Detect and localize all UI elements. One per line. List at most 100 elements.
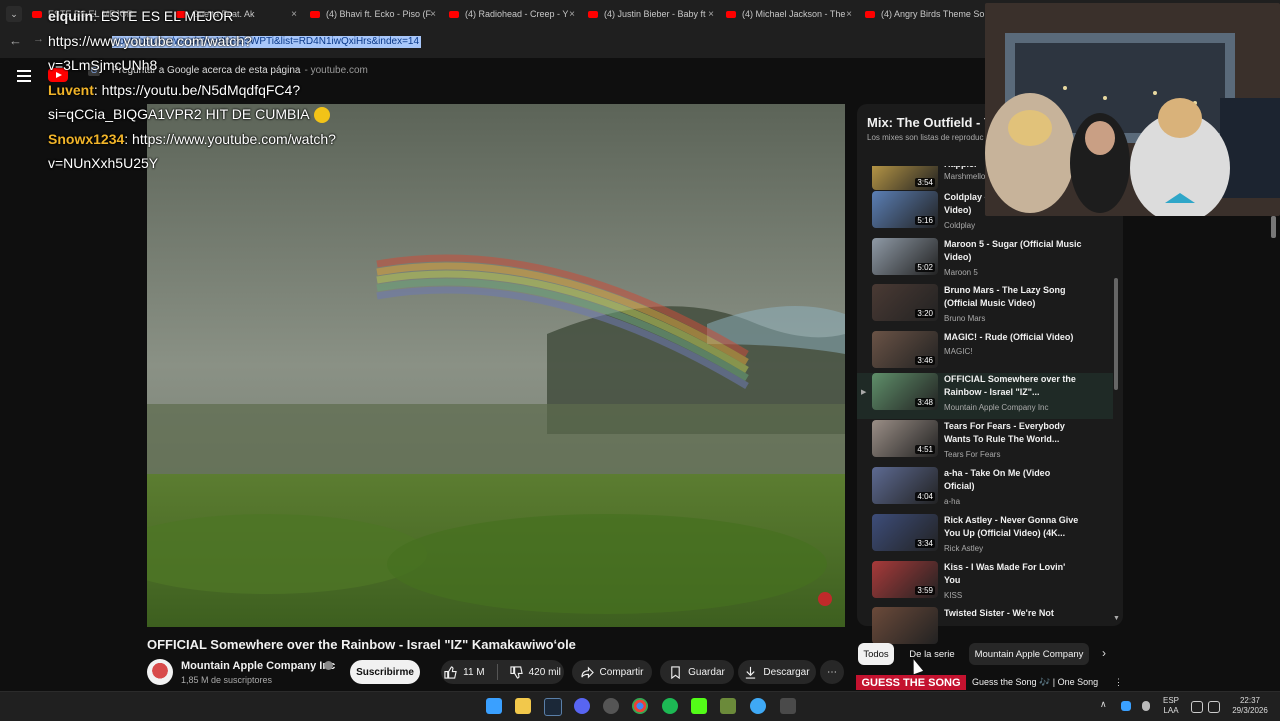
obs-icon[interactable]	[603, 698, 619, 714]
app-icon[interactable]	[750, 698, 766, 714]
playlist-item-channel: MAGIC!	[944, 347, 973, 356]
spotify-icon[interactable]	[662, 698, 678, 714]
bookmark-icon	[671, 665, 680, 679]
video-thumbnail[interactable]: 4:04	[872, 467, 938, 504]
forward-arrow-icon[interactable]: →	[33, 33, 44, 45]
tray-expand-icon[interactable]: ∧	[1100, 699, 1107, 709]
video-thumbnail[interactable]: 3:20	[872, 284, 938, 321]
playlist-item-title[interactable]: Rick Astley - Never Gonna Give You Up (O…	[944, 514, 1082, 540]
channel-avatar[interactable]	[147, 659, 173, 685]
chat-text: v=NUnXxh5U25Y	[48, 155, 159, 171]
windows-start-icon[interactable]	[486, 698, 502, 714]
minecraft-icon[interactable]	[720, 698, 736, 714]
video-frame-rainbow	[147, 104, 845, 627]
video-title: OFFICIAL Somewhere over the Rainbow - Is…	[147, 637, 576, 652]
download-icon	[746, 666, 756, 679]
playlist-item-title[interactable]: a-ha - Take On Me (Video Oficial)	[944, 467, 1082, 493]
share-icon	[580, 666, 594, 678]
ad-thumbnail[interactable]: GUESS THE SONG	[856, 675, 966, 690]
chip-todos[interactable]: Todos	[858, 643, 894, 665]
more-vertical-icon[interactable]: ⋮	[1114, 677, 1123, 688]
menu-icon[interactable]	[17, 70, 31, 82]
playlist-item[interactable]: 4:04 a-ha - Take On Me (Video Oficial) a-h…	[857, 467, 1113, 513]
chip-mountain-apple[interactable]: Mountain Apple Company	[969, 643, 1089, 665]
kick-icon[interactable]	[691, 698, 707, 714]
like-count[interactable]: 11 M	[463, 667, 485, 678]
playlist-item-title[interactable]: Maroon 5 - Sugar (Official Music Video)	[944, 238, 1082, 264]
playlist-item[interactable]: 3:46 MAGIC! - Rude (Official Video) MAGIC!	[857, 331, 1113, 377]
playlist-item[interactable]: 5:02 Maroon 5 - Sugar (Official Music Vid…	[857, 238, 1113, 284]
steam-icon[interactable]	[544, 698, 562, 716]
input-language[interactable]: ESP LAA	[1163, 696, 1179, 716]
video-thumbnail[interactable]: 3:46	[872, 331, 938, 368]
now-playing-icon: ▶	[861, 389, 867, 396]
playlist-item-title[interactable]: Kiss - I Was Made For Lovin' You	[944, 561, 1082, 587]
playlist-item[interactable]: 4:51 Tears For Fears - Everybody Wants To…	[857, 420, 1113, 466]
playlist-scrollbar[interactable]	[1114, 278, 1118, 390]
close-icon[interactable]: ×	[846, 9, 852, 20]
download-button[interactable]: Descargar	[738, 660, 816, 684]
video-thumbnail[interactable]: 4:51	[872, 420, 938, 457]
windows-taskbar: ∧ ESP LAA 22:37 29/3/2026	[0, 691, 1280, 721]
browser-tab[interactable]: (4) Radiohead - Creep - Y ×	[449, 0, 579, 28]
notepad-icon[interactable]	[780, 698, 796, 714]
video-thumbnail[interactable]	[872, 607, 938, 644]
clock[interactable]: 22:37 29/3/2026	[1228, 696, 1272, 716]
playlist-item[interactable]: 3:59 Kiss - I Was Made For Lovin' You KISS	[857, 561, 1113, 607]
download-label: Descargar	[763, 666, 810, 678]
page-scrollbar[interactable]	[1271, 216, 1276, 238]
chat-message: Snowx1234: https://www.youtube.com/watch…	[48, 127, 378, 152]
close-icon[interactable]: ×	[569, 9, 575, 20]
tray-app-icon[interactable]	[1121, 701, 1131, 711]
video-thumbnail[interactable]: 3:34	[872, 514, 938, 551]
save-label: Guardar	[688, 666, 725, 678]
discord-icon[interactable]	[574, 698, 590, 714]
browser-tab[interactable]: (4) Angry Birds Theme So	[865, 0, 985, 28]
playlist-item-title[interactable]: Tears For Fears - Everybody Wants To Rul…	[944, 420, 1082, 446]
browser-tab[interactable]: (4) Michael Jackson - The ×	[726, 0, 856, 28]
ad-title[interactable]: Guess the Song 🎶 | One Song	[972, 677, 1098, 688]
share-button[interactable]: Compartir	[572, 660, 652, 684]
playlist-item-channel: a-ha	[944, 497, 961, 506]
close-icon[interactable]: ×	[708, 9, 714, 20]
playlist-item[interactable]: ▶ 3:48 OFFICIAL Somewhere over the Rainbow…	[857, 373, 1113, 419]
dislike-count[interactable]: 420 mil	[529, 667, 561, 678]
thumbs-down-icon[interactable]	[509, 665, 523, 679]
tab-label: (4) Radiohead - Creep - Y	[465, 9, 569, 19]
video-player[interactable]	[147, 104, 845, 627]
thumbs-up-icon[interactable]	[444, 665, 457, 679]
tab-search-button[interactable]: ⌄	[6, 6, 22, 22]
video-thumbnail[interactable]: 3:48	[872, 373, 938, 410]
file-explorer-icon[interactable]	[515, 698, 531, 714]
video-thumbnail[interactable]: 3:54	[872, 166, 938, 190]
youtube-icon	[726, 10, 736, 18]
playlist-item-title[interactable]: Bruno Mars - The Lazy Song (Official Mus…	[944, 284, 1082, 310]
chat-text: https://www.youtube.com/watch?	[48, 32, 252, 49]
scroll-down-icon[interactable]: ▼	[1113, 615, 1120, 622]
video-thumbnail[interactable]: 5:02	[872, 238, 938, 275]
volume-icon[interactable]	[1208, 701, 1220, 713]
chat-username: elquiin	[48, 8, 94, 24]
playlist-item-title[interactable]: Twisted Sister - We're Not	[944, 607, 1082, 620]
playlist-item-title[interactable]: OFFICIAL Somewhere over the Rainbow - Is…	[944, 373, 1082, 399]
chrome-icon[interactable]	[632, 698, 648, 714]
duration-badge: 3:20	[915, 309, 935, 318]
chevron-right-icon[interactable]: ›	[1102, 646, 1106, 660]
playlist-item[interactable]: 3:34 Rick Astley - Never Gonna Give You U…	[857, 514, 1113, 560]
close-icon[interactable]: ×	[430, 9, 436, 20]
save-button[interactable]: Guardar	[660, 660, 734, 684]
playlist-item-title[interactable]: MAGIC! - Rude (Official Video)	[944, 331, 1082, 344]
microphone-icon[interactable]	[1142, 701, 1150, 711]
network-icon[interactable]	[1191, 701, 1203, 713]
chat-text: : https://youtu.be/N5dMqdfqFC4?	[93, 81, 301, 98]
video-thumbnail[interactable]: 3:59	[872, 561, 938, 598]
back-arrow-icon[interactable]: ←	[9, 33, 22, 48]
video-thumbnail[interactable]: 5:16	[872, 191, 938, 228]
browser-tab[interactable]: (4) Justin Bieber - Baby ft ×	[588, 0, 718, 28]
subscribe-button[interactable]: Suscribirme	[350, 660, 420, 684]
like-dislike-group: 11 M 420 mil	[441, 660, 564, 684]
playlist-item[interactable]: 3:20 Bruno Mars - The Lazy Song (Official…	[857, 284, 1113, 330]
tab-label: (4) Michael Jackson - The	[742, 9, 846, 19]
more-actions-button[interactable]: ⋯	[820, 660, 844, 684]
channel-name[interactable]: Mountain Apple Company Inc	[181, 660, 335, 672]
